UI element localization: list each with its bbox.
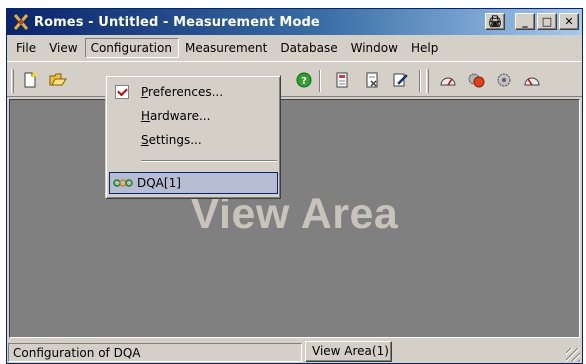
menu-database[interactable]: Database	[274, 38, 344, 58]
document-icon[interactable]	[333, 71, 351, 89]
menu-view[interactable]: View	[43, 38, 84, 58]
window-controls: 🖨 _ □ ✕	[485, 13, 579, 30]
help-icon[interactable]: ?	[295, 71, 313, 89]
menu-item-preferences[interactable]: Preferences...	[109, 81, 278, 103]
maximize-button[interactable]: □	[537, 13, 557, 30]
app-window: Romes - Untitled - Measurement Mode 🖨 _ …	[6, 8, 583, 364]
edit-icon[interactable]	[391, 71, 409, 89]
menu-item-label: ettings...	[148, 133, 202, 147]
toolbar-grip[interactable]	[11, 69, 14, 93]
gear-icon[interactable]	[495, 71, 513, 89]
menu-window[interactable]: Window	[345, 38, 405, 58]
toolbar: ?	[7, 61, 582, 97]
menu-item-label: ardware...	[150, 109, 211, 123]
mnemonic: S	[141, 133, 149, 147]
menu-help[interactable]: Help	[405, 38, 445, 58]
menu-separator	[141, 160, 277, 162]
view-area-label: View Area	[190, 190, 399, 238]
menu-item-hardware[interactable]: Hardware...	[109, 105, 278, 127]
view-area[interactable]: View Area	[9, 99, 580, 338]
romes-logo-icon	[12, 13, 30, 31]
menu-file[interactable]: File	[10, 38, 43, 58]
checkbox-icon	[112, 83, 132, 101]
gear-red-icon[interactable]	[467, 71, 485, 89]
view-area-tab[interactable]: View Area(1)	[305, 341, 392, 362]
resize-grip[interactable]	[566, 348, 580, 362]
status-message: Configuration of DQA	[8, 343, 302, 362]
toolbar-grip[interactable]	[426, 69, 429, 93]
gauge-icon[interactable]	[439, 71, 457, 89]
menu-item-dqa[interactable]: DQA[1]	[109, 172, 278, 194]
mnemonic: H	[141, 109, 151, 123]
menu-item-label: references...	[148, 85, 224, 99]
mnemonic: P	[141, 85, 149, 99]
minimize-button[interactable]: _	[515, 13, 535, 30]
open-folder-icon[interactable]	[49, 71, 67, 89]
configuration-menu: Preferences... Hardware... Settings... D…	[105, 75, 281, 199]
print-icon[interactable]: 🖨	[485, 13, 505, 30]
menu-item-label: DQA[1]	[137, 176, 181, 190]
new-document-icon[interactable]	[21, 71, 39, 89]
menu-bar: File View Configuration Measurement Data…	[7, 36, 582, 59]
dqa-icon	[113, 174, 133, 192]
gauge-icon[interactable]	[523, 71, 541, 89]
close-button[interactable]: ✕	[559, 13, 579, 30]
toolbar-separator	[319, 70, 321, 92]
status-bar: Configuration of DQA View Area(1)	[7, 340, 582, 363]
svg-text:?: ?	[301, 76, 307, 87]
menu-measurement[interactable]: Measurement	[179, 38, 274, 58]
toolbar-separator	[419, 70, 421, 92]
document-icon[interactable]	[363, 71, 381, 89]
menu-configuration[interactable]: Configuration	[84, 37, 179, 58]
title-bar[interactable]: Romes - Untitled - Measurement Mode 🖨 _ …	[7, 9, 582, 35]
menu-item-settings[interactable]: Settings...	[109, 129, 278, 151]
window-title: Romes - Untitled - Measurement Mode	[34, 14, 320, 30]
